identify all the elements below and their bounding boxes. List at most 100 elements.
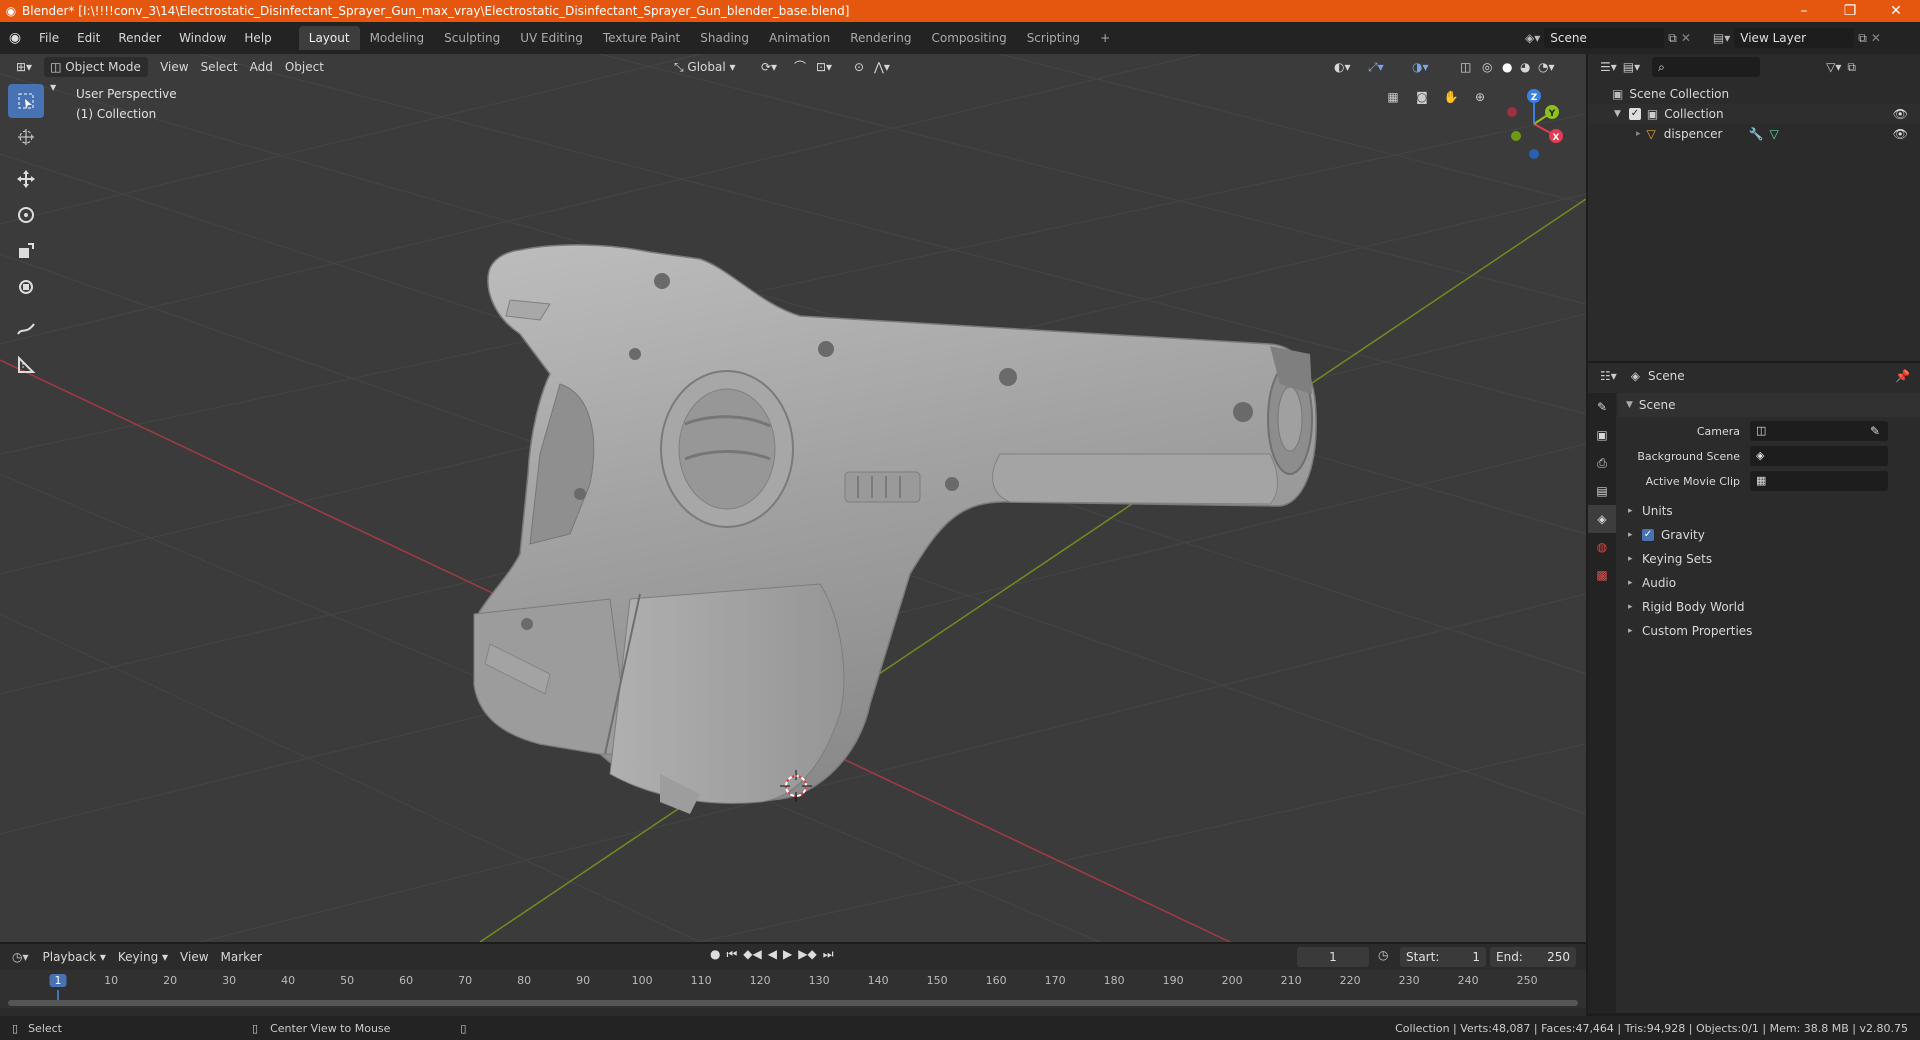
display-mode-icon[interactable]: ▤▾: [1623, 60, 1640, 74]
snap-icon[interactable]: ⌒: [788, 57, 812, 77]
output-props-tab-icon[interactable]: ⎙: [1588, 449, 1616, 477]
zoom-icon[interactable]: ⊕: [1467, 84, 1493, 110]
grid-view-icon[interactable]: ▦: [1380, 84, 1406, 110]
properties-editor-type-icon[interactable]: ☷▾: [1600, 369, 1617, 383]
menu-window[interactable]: Window: [170, 27, 235, 49]
timeline-scrubber[interactable]: 1 10 20 30 40 50 60 70 80 90 100 110 120 130 140 150 160…: [0, 970, 1586, 1008]
tab-scripting[interactable]: Scripting: [1017, 26, 1090, 50]
view-layer-props-tab-icon[interactable]: ▤: [1588, 477, 1616, 505]
render-props-tab-icon[interactable]: ▣: [1588, 421, 1616, 449]
new-collection-icon[interactable]: ⧉: [1847, 60, 1856, 75]
section-audio[interactable]: ▸ Audio: [1628, 571, 1676, 595]
overlays-toggle-icon[interactable]: ◑▾: [1406, 57, 1435, 77]
expand-object-icon[interactable]: ▸: [1636, 129, 1641, 139]
timeline-editor-type-icon[interactable]: ◷▾: [12, 950, 29, 964]
editor-type-icon[interactable]: ⊞▾: [10, 57, 38, 77]
tab-sculpting[interactable]: Sculpting: [434, 26, 510, 50]
timeline-scrollbar[interactable]: [8, 1000, 1578, 1006]
new-scene-icon[interactable]: ⧉: [1668, 31, 1677, 46]
xray-toggle-icon[interactable]: ◫: [1454, 57, 1477, 77]
select-box-tool-icon[interactable]: [8, 84, 44, 118]
timeline-menu-keying[interactable]: Keying ▾: [112, 947, 174, 967]
collection-checkbox[interactable]: ✓: [1628, 108, 1641, 120]
rotate-tool-icon[interactable]: [8, 198, 44, 232]
section-gravity[interactable]: ▸ ✓ Gravity: [1628, 523, 1705, 547]
jump-end-icon[interactable]: ⏭: [823, 947, 834, 962]
expand-collection-icon[interactable]: ▼: [1614, 109, 1621, 119]
outliner-search-input[interactable]: ⌕: [1652, 57, 1761, 77]
menu-file[interactable]: File: [30, 27, 68, 49]
maximize-button[interactable]: ❐: [1827, 0, 1873, 22]
timeline-menu-playback[interactable]: Playback ▾: [37, 947, 112, 967]
pin-icon[interactable]: 📌: [1895, 369, 1910, 383]
view-layer-selector[interactable]: View Layer: [1734, 28, 1855, 48]
stopwatch-icon[interactable]: ◷: [1378, 948, 1388, 962]
measure-tool-icon[interactable]: [8, 348, 44, 382]
object-mode-dropdown[interactable]: ◫ Object Mode ▾: [44, 57, 149, 94]
proportional-edit-icon[interactable]: ⊙: [848, 57, 870, 77]
gravity-checkbox[interactable]: ✓: [1642, 529, 1654, 541]
jump-start-icon[interactable]: ⏮: [726, 947, 737, 962]
section-keying-sets[interactable]: ▸ Keying Sets: [1628, 547, 1712, 571]
snap-target-icon[interactable]: ⊡▾: [810, 57, 838, 77]
active-movie-clip-field[interactable]: ▦: [1750, 471, 1888, 491]
transform-tool-icon[interactable]: [8, 270, 44, 304]
new-view-layer-icon[interactable]: ⧉: [1858, 31, 1867, 46]
viewport-menu-select[interactable]: Select: [195, 57, 244, 77]
navigation-gizmo[interactable]: X Y Z: [1494, 84, 1574, 164]
eyedropper-icon[interactable]: ✎: [1870, 424, 1880, 438]
section-rigid-body-world[interactable]: ▸ Rigid Body World: [1628, 595, 1745, 619]
outliner-editor-type-icon[interactable]: ☰▾: [1600, 60, 1617, 74]
sprayer-gun-model[interactable]: [473, 244, 1317, 814]
menu-help[interactable]: Help: [235, 27, 280, 49]
menu-edit[interactable]: Edit: [68, 27, 109, 49]
transform-orientation-dropdown[interactable]: ⤡ Global ▾: [668, 57, 742, 77]
scene-icon[interactable]: ◈▾: [1525, 31, 1540, 45]
annotate-tool-icon[interactable]: [8, 312, 44, 346]
current-frame-field[interactable]: 1: [1297, 947, 1369, 967]
pivot-point-icon[interactable]: ⟳▾: [755, 57, 783, 77]
tab-texture-paint[interactable]: Texture Paint: [593, 26, 690, 50]
scale-tool-icon[interactable]: [8, 234, 44, 268]
tool-props-tab-icon[interactable]: ✎: [1588, 393, 1616, 421]
tab-animation[interactable]: Animation: [759, 26, 840, 50]
viewport-menu-add[interactable]: Add: [244, 57, 279, 77]
viewport-menu-view[interactable]: View: [154, 57, 194, 77]
rendered-shading-icon[interactable]: ◔▾: [1532, 57, 1561, 77]
background-scene-field[interactable]: ◈: [1750, 446, 1888, 466]
playhead-line[interactable]: [57, 990, 59, 1000]
timeline-menu-marker[interactable]: Marker: [215, 947, 268, 967]
play-reverse-icon[interactable]: ◀: [768, 947, 777, 962]
move-tool-icon[interactable]: [8, 162, 44, 196]
next-keyframe-icon[interactable]: ▶◆: [798, 947, 816, 962]
end-frame-field[interactable]: End: 250: [1490, 947, 1576, 967]
add-workspace-button[interactable]: +: [1090, 26, 1120, 50]
gizmo-toggle-icon[interactable]: ⤢▾: [1362, 57, 1390, 77]
object-visibility-icon[interactable]: 👁: [1893, 127, 1908, 141]
start-frame-field[interactable]: Start: 1: [1400, 947, 1486, 967]
3d-viewport[interactable]: ⊞▾ ◫ Object Mode ▾ View Select Add Objec…: [0, 54, 1586, 942]
outliner-row-dispencer[interactable]: ▸ ▽ dispencer 🔧 ▽ 👁: [1588, 124, 1920, 144]
menu-render[interactable]: Render: [109, 27, 170, 49]
timeline-menu-view[interactable]: View: [174, 947, 214, 967]
outliner-row-collection[interactable]: ▼ ✓ ▣ Collection 👁: [1588, 104, 1920, 124]
delete-view-layer-icon[interactable]: ✕: [1871, 31, 1881, 45]
section-units[interactable]: ▸ Units: [1628, 499, 1673, 523]
texture-props-tab-icon[interactable]: ▩: [1588, 561, 1616, 589]
tab-rendering[interactable]: Rendering: [840, 26, 921, 50]
camera-field[interactable]: ◫: [1750, 421, 1888, 441]
world-props-tab-icon[interactable]: ◍: [1588, 533, 1616, 561]
tab-layout[interactable]: Layout: [298, 26, 360, 50]
tab-shading[interactable]: Shading: [690, 26, 759, 50]
scene-panel-header[interactable]: ▼ Scene: [1618, 393, 1920, 417]
minimize-button[interactable]: –: [1781, 0, 1827, 22]
tab-compositing[interactable]: Compositing: [921, 26, 1016, 50]
prev-keyframe-icon[interactable]: ◆◀: [743, 947, 761, 962]
viewport-menu-object[interactable]: Object: [279, 57, 330, 77]
delete-scene-icon[interactable]: ✕: [1681, 31, 1691, 45]
play-icon[interactable]: ▶: [783, 947, 792, 962]
modifier-wrench-icon[interactable]: 🔧: [1749, 127, 1764, 141]
camera-view-icon[interactable]: ◙: [1409, 84, 1435, 110]
outliner-row-scene-collection[interactable]: ▣ Scene Collection: [1588, 84, 1920, 104]
falloff-icon[interactable]: ⋀▾: [868, 57, 896, 77]
